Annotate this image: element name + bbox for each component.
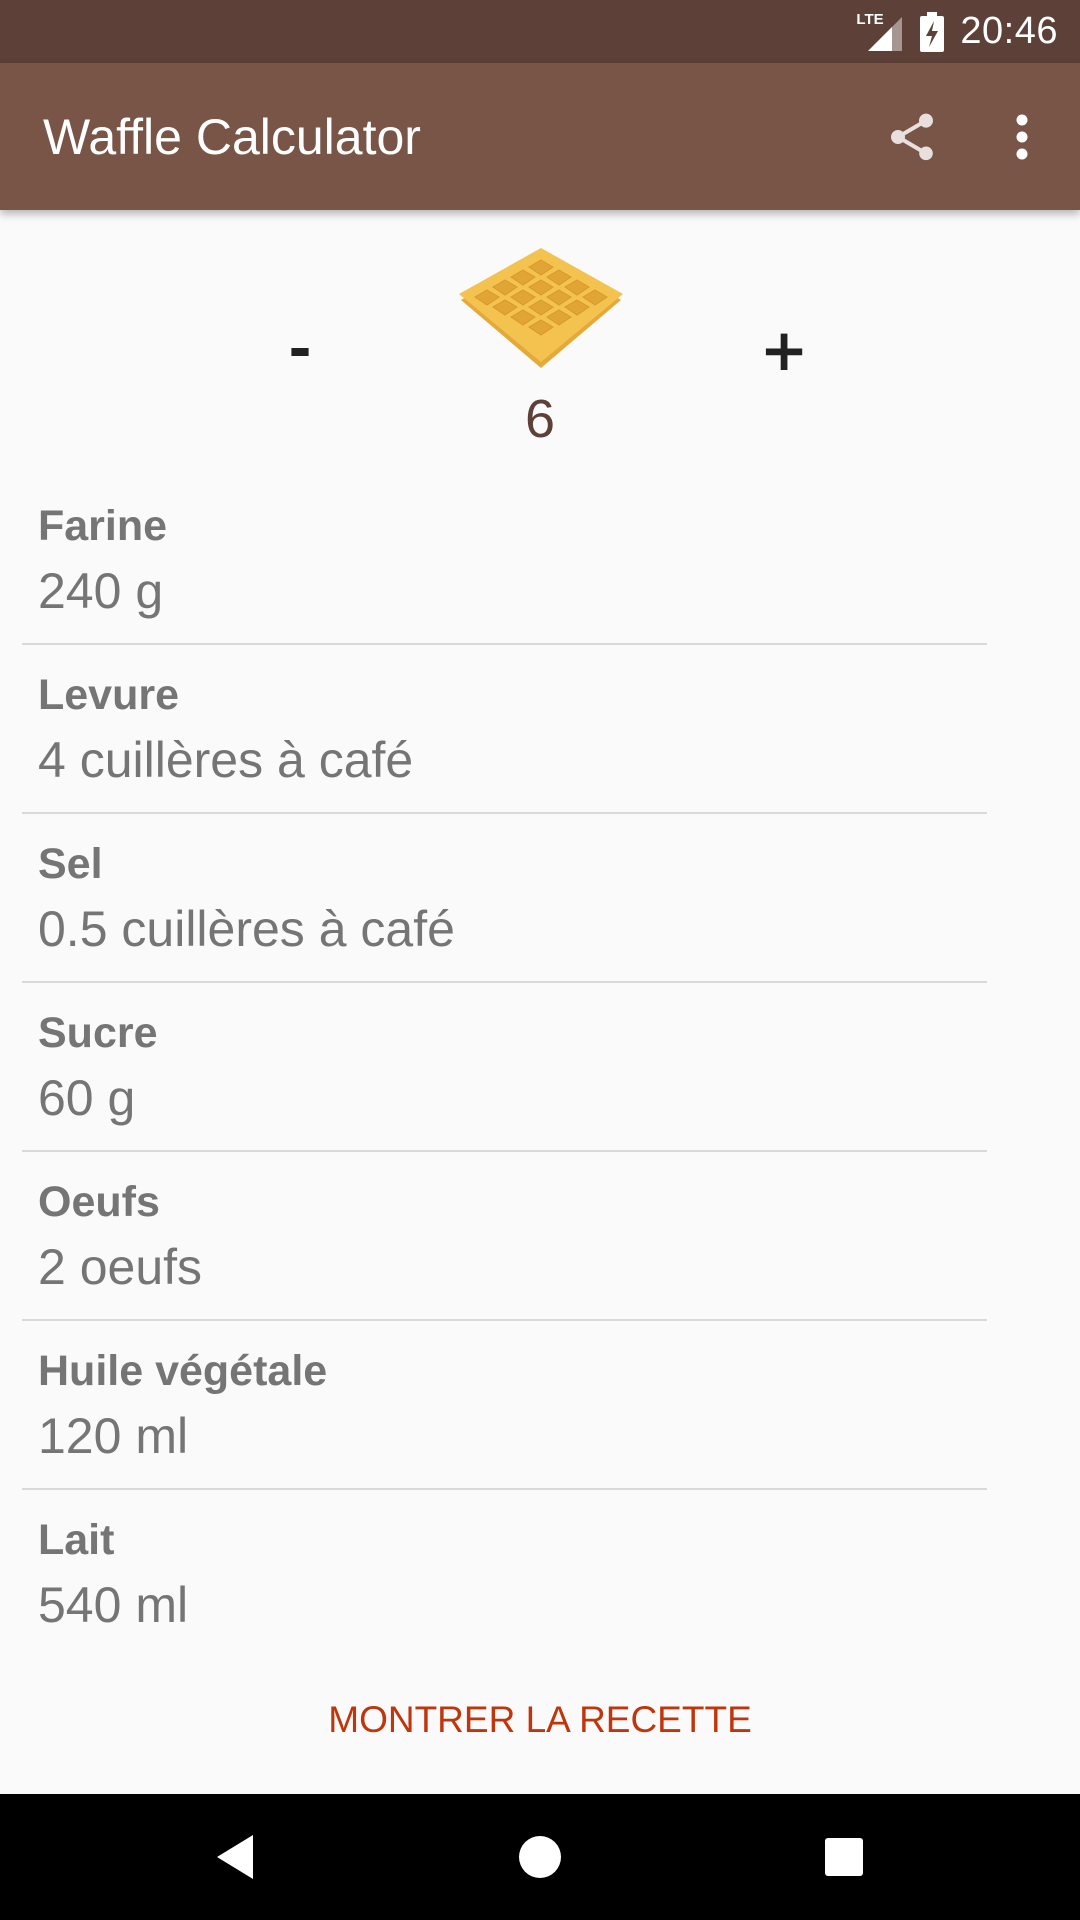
ingredient-quantity: 240 g: [38, 563, 164, 619]
back-button[interactable]: [200, 1822, 270, 1892]
lte-signal-icon: LTE: [856, 11, 904, 53]
ingredient-name: Huile végétale: [38, 1347, 328, 1395]
waffle-icon: [459, 248, 623, 368]
ingredient-row: Levure 4 cuillères à café: [22, 645, 987, 814]
recents-button[interactable]: [809, 1822, 879, 1892]
show-recipe-button[interactable]: MONTRER LA RECETTE: [290, 1680, 790, 1760]
ingredient-list: Farine 240 g Levure 4 cuillères à café S…: [22, 476, 987, 1659]
ingredient-name: Lait: [38, 1516, 115, 1564]
overflow-menu-button[interactable]: [994, 103, 1050, 171]
ingredient-quantity: 2 oeufs: [38, 1239, 203, 1295]
status-time: 20:46: [960, 10, 1058, 52]
ingredient-name: Sel: [38, 840, 103, 888]
status-bar: LTE 20:46: [0, 0, 1080, 63]
app-title: Waffle Calculator: [43, 109, 421, 165]
ingredient-row: Huile végétale 120 ml: [22, 1321, 987, 1490]
ingredient-quantity: 120 ml: [38, 1408, 189, 1464]
increment-button[interactable]: +: [752, 310, 816, 390]
home-icon: [519, 1836, 561, 1878]
ingredient-quantity: 0.5 cuillères à café: [38, 901, 455, 957]
ingredient-row: Sel 0.5 cuillères à café: [22, 814, 987, 983]
share-button[interactable]: [878, 103, 946, 171]
system-navigation-bar: [0, 1794, 1080, 1920]
app-bar: Waffle Calculator: [0, 63, 1080, 210]
share-icon: [891, 113, 933, 161]
home-button[interactable]: [505, 1822, 575, 1892]
recents-icon: [825, 1838, 863, 1876]
ingredient-name: Oeufs: [38, 1178, 160, 1226]
ingredient-row: Oeufs 2 oeufs: [22, 1152, 987, 1321]
ingredient-name: Sucre: [38, 1009, 158, 1057]
waffle-count: 6: [524, 389, 556, 449]
ingredient-quantity: 60 g: [38, 1070, 136, 1126]
ingredient-row: Sucre 60 g: [22, 983, 987, 1152]
battery-charging-icon: [920, 11, 945, 52]
ingredient-name: Farine: [38, 502, 168, 550]
ingredient-row: Lait 540 ml: [22, 1490, 987, 1659]
status-icons: LTE 20:46: [856, 0, 1058, 63]
ingredient-quantity: 540 ml: [38, 1577, 189, 1633]
ingredient-row: Farine 240 g: [22, 476, 987, 645]
ingredient-name: Levure: [38, 671, 180, 719]
back-icon: [217, 1835, 253, 1879]
waffle-counter: - 6 +: [0, 210, 1080, 460]
ingredient-quantity: 4 cuillères à café: [38, 732, 414, 788]
decrement-button[interactable]: -: [270, 310, 330, 390]
more-vert-icon: [1016, 114, 1028, 160]
